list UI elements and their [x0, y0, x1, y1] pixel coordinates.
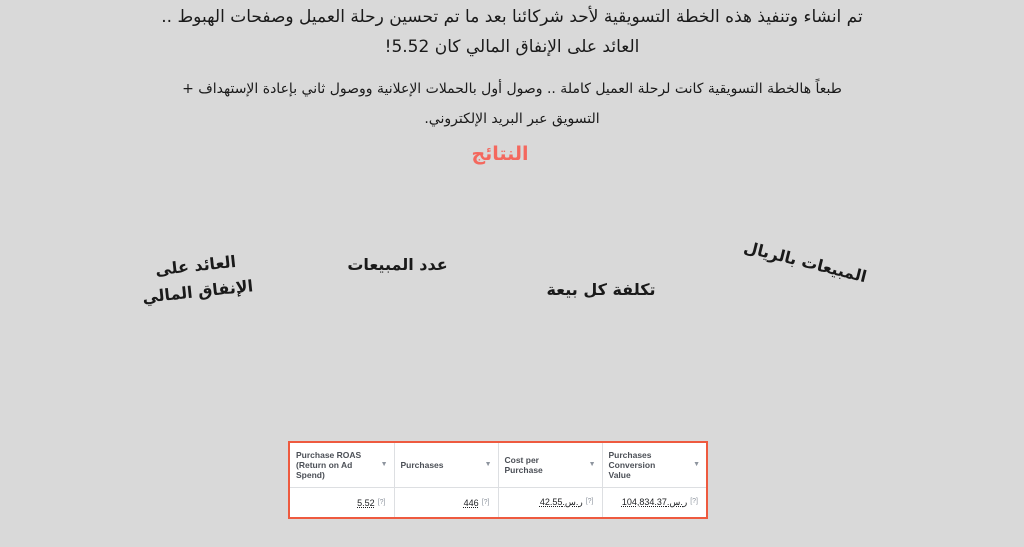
column-header-purchases[interactable]: Purchases ▼ [394, 443, 499, 488]
cell-purchases: 446 [?] [394, 487, 499, 517]
label-sales-sar: المبيعات بالريال [741, 237, 869, 287]
label-cost-per-sale: تكلفة كل بيعة [546, 280, 656, 299]
intro-line-1: تم انشاء وتنفيذ هذه الخطة التسويقية لأحد… [161, 7, 863, 27]
info-icon[interactable]: [?] [378, 499, 386, 506]
sort-caret-icon[interactable]: ▼ [381, 460, 388, 470]
header-text: Cost per [504, 455, 539, 465]
header-text: (Return on Ad [296, 460, 353, 470]
subtitle-line-1: طبعاً هالخطة التسويقية كانت لرحلة العميل… [182, 81, 842, 97]
subtitle-text: طبعاً هالخطة التسويقية كانت لرحلة العميل… [90, 74, 934, 134]
sort-caret-icon[interactable]: ▼ [589, 460, 596, 470]
info-icon[interactable]: [?] [690, 498, 698, 505]
header-text: Purchases [608, 450, 652, 460]
info-icon[interactable]: [?] [586, 498, 594, 505]
intro-line-2: العائد على الإنفاق المالي كان 5.52! [384, 37, 640, 57]
table-row: 5.52 [?] 446 [?] ر.س.42.55 [?] ر.س.104,834.… [290, 487, 706, 518]
intro-text: تم انشاء وتنفيذ هذه الخطة التسويقية لأحد… [60, 2, 964, 62]
cost-per-purchase-value[interactable]: ر.س.42.55 [540, 497, 583, 507]
header-text: Purchases [400, 460, 444, 470]
header-text: Spend) [296, 470, 325, 480]
ads-results-table: Purchase ROAS (Return on Ad Spend) ▼ Pur… [288, 441, 708, 519]
column-header-conversion-value[interactable]: Purchases Conversion Value ▼ [602, 443, 706, 488]
page: تم انشاء وتنفيذ هذه الخطة التسويقية لأحد… [0, 0, 1024, 547]
label-roas: العائد على الإنفاق المالي [140, 247, 255, 310]
results-table: Purchase ROAS (Return on Ad Spend) ▼ Pur… [290, 443, 706, 517]
roas-value[interactable]: 5.52 [357, 498, 375, 508]
label-purchases: عدد المبيعات [347, 255, 448, 274]
header-text: Purchase ROAS [296, 450, 362, 460]
column-header-roas[interactable]: Purchase ROAS (Return on Ad Spend) ▼ [290, 443, 395, 488]
table-header-row: Purchase ROAS (Return on Ad Spend) ▼ Pur… [290, 443, 706, 488]
cell-cost-per-purchase: ر.س.42.55 [?] [498, 487, 603, 517]
sort-caret-icon[interactable]: ▼ [485, 460, 492, 470]
conversion-value[interactable]: ر.س.104,834.37 [622, 497, 687, 507]
column-header-cost-per-purchase[interactable]: Cost per Purchase ▼ [498, 443, 603, 488]
cell-roas: 5.52 [?] [290, 487, 395, 517]
header-text: Conversion [608, 460, 656, 470]
cell-conversion-value: ر.س.104,834.37 [?] [602, 488, 706, 518]
info-icon[interactable]: [?] [482, 499, 490, 506]
header-text: Value [608, 470, 631, 480]
purchases-value[interactable]: 446 [464, 498, 479, 508]
subtitle-line-2: التسويق عبر البريد الإلكتروني. [424, 111, 600, 127]
results-heading: النتائج [471, 143, 529, 165]
sort-caret-icon[interactable]: ▼ [693, 460, 700, 470]
header-text: Purchase [504, 465, 543, 475]
